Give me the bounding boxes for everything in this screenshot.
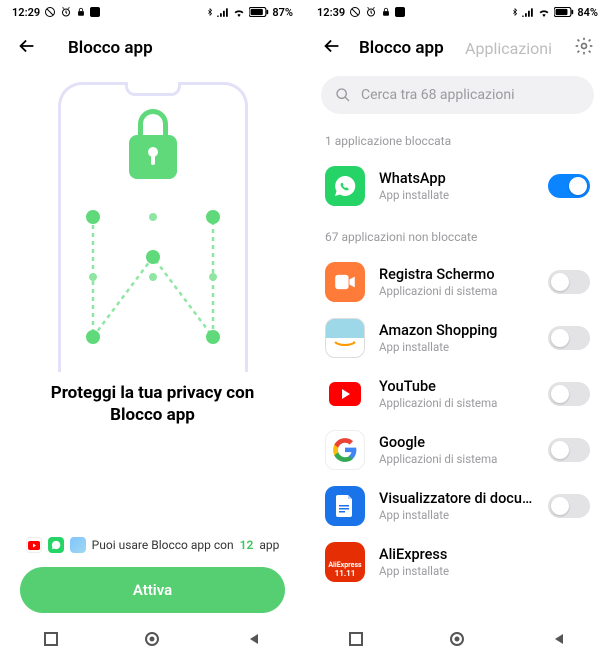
document-viewer-icon [325,486,365,526]
nav-home-icon[interactable] [448,630,466,648]
signal-icon [217,7,229,17]
app-row-google[interactable]: Google Applicazioni di sistema [305,422,610,478]
alarm-icon [60,6,72,18]
lock-icon [381,6,391,18]
app-sub: App installate [379,188,534,202]
toggle-google[interactable] [548,438,590,462]
status-bar: 12:29 87% [0,0,305,24]
google-icon [325,430,365,470]
app-name: AliExpress [379,546,590,563]
wifi-icon [537,7,551,17]
settings-button[interactable] [574,36,594,60]
toggle-amazon[interactable] [548,326,590,350]
toggle-recorder[interactable] [548,270,590,294]
app-name: Registra Schermo [379,266,534,283]
screen-recorder-icon [325,262,365,302]
nav-back-icon[interactable] [550,630,568,648]
screen-right-list: 12:39 84% Blocco app Applicazioni Cerca … [305,0,610,657]
android-navbar [0,621,305,657]
gear-icon [574,36,594,56]
battery-pct: 87% [272,6,293,19]
do-not-disturb-icon [349,6,361,18]
app-sub: App installate [379,340,534,354]
page-title: Blocco app [68,38,153,58]
do-not-disturb-icon [44,6,56,18]
illustration: Proteggi la tua privacy con Blocco app [0,72,305,537]
app-name: Amazon Shopping [379,322,534,339]
whatsapp-mini-icon [48,537,64,553]
whatsapp-icon [325,166,365,206]
search-input[interactable]: Cerca tra 68 applicazioni [321,76,594,114]
hint-count: 12 [240,538,254,552]
hint-prefix: Puoi usare Blocco app con [92,538,234,552]
app-sub: App installate [379,508,534,522]
topbar: Blocco app [0,24,305,72]
app-sub: App installate [379,564,590,578]
gallery-mini-icon [70,537,86,553]
app-name: YouTube [379,378,534,395]
hint: Puoi usare Blocco app con 12 app [20,537,285,553]
alarm-icon [365,6,377,18]
notification-dot-icon [395,7,405,17]
headline: Proteggi la tua privacy con Blocco app [24,382,281,426]
notification-dot-icon [90,7,100,17]
app-sub: Applicazioni di sistema [379,396,534,410]
pattern-illustration [83,207,223,347]
app-row-whatsapp[interactable]: WhatsApp App installate [305,158,610,214]
wifi-icon [232,7,246,17]
hint-suffix: app [259,538,279,552]
topbar: Blocco app Applicazioni [305,24,610,72]
toggle-doc-viewer[interactable] [548,494,590,518]
youtube-icon [325,374,365,414]
app-sub: Applicazioni di sistema [379,284,534,298]
app-name: WhatsApp [379,170,534,187]
phone-outline-illustration [58,82,248,372]
app-row-youtube[interactable]: YouTube Applicazioni di sistema [305,366,610,422]
back-icon[interactable] [16,35,38,62]
app-row-recorder[interactable]: Registra Schermo Applicazioni di sistema [305,254,610,310]
app-row-doc-viewer[interactable]: Visualizzatore di documen... App install… [305,478,610,534]
app-name: Google [379,434,534,451]
unlocked-section-label: 67 applicazioni non bloccate [305,214,610,254]
battery-pct: 84% [577,6,598,19]
page-title: Blocco app [359,38,444,58]
amazon-icon [325,318,365,358]
locked-section-label: 1 applicazione bloccata [305,126,610,158]
app-row-aliexpress[interactable]: AliExpress11.11 AliExpress App installat… [305,534,610,590]
activate-button[interactable]: Attiva [20,567,285,613]
nav-recents-icon[interactable] [42,630,60,648]
android-navbar [305,621,610,657]
youtube-mini-icon [26,537,42,553]
toggle-whatsapp[interactable] [548,174,590,198]
aliexpress-icon: AliExpress11.11 [325,542,365,582]
signal-icon [522,7,534,17]
app-row-amazon[interactable]: Amazon Shopping App installate [305,310,610,366]
status-time: 12:39 [317,6,345,19]
nav-recents-icon[interactable] [347,630,365,648]
app-name: Visualizzatore di documen... [379,490,534,507]
search-placeholder: Cerca tra 68 applicazioni [361,87,514,103]
battery-icon [249,7,269,17]
screen-left-intro: 12:29 87% Blocco app [0,0,305,657]
battery-icon [554,7,574,17]
status-time: 12:29 [12,6,40,19]
bluetooth-icon [206,6,214,18]
app-sub: Applicazioni di sistema [379,452,534,466]
toggle-youtube[interactable] [548,382,590,406]
lock-illustration-icon [129,135,177,179]
nav-home-icon[interactable] [143,630,161,648]
status-bar: 12:39 84% [305,0,610,24]
lock-icon [76,6,86,18]
bluetooth-icon [511,6,519,18]
nav-back-icon[interactable] [245,630,263,648]
search-icon [335,87,351,103]
tab-applications[interactable]: Applicazioni [465,39,552,58]
back-icon[interactable] [321,35,343,62]
